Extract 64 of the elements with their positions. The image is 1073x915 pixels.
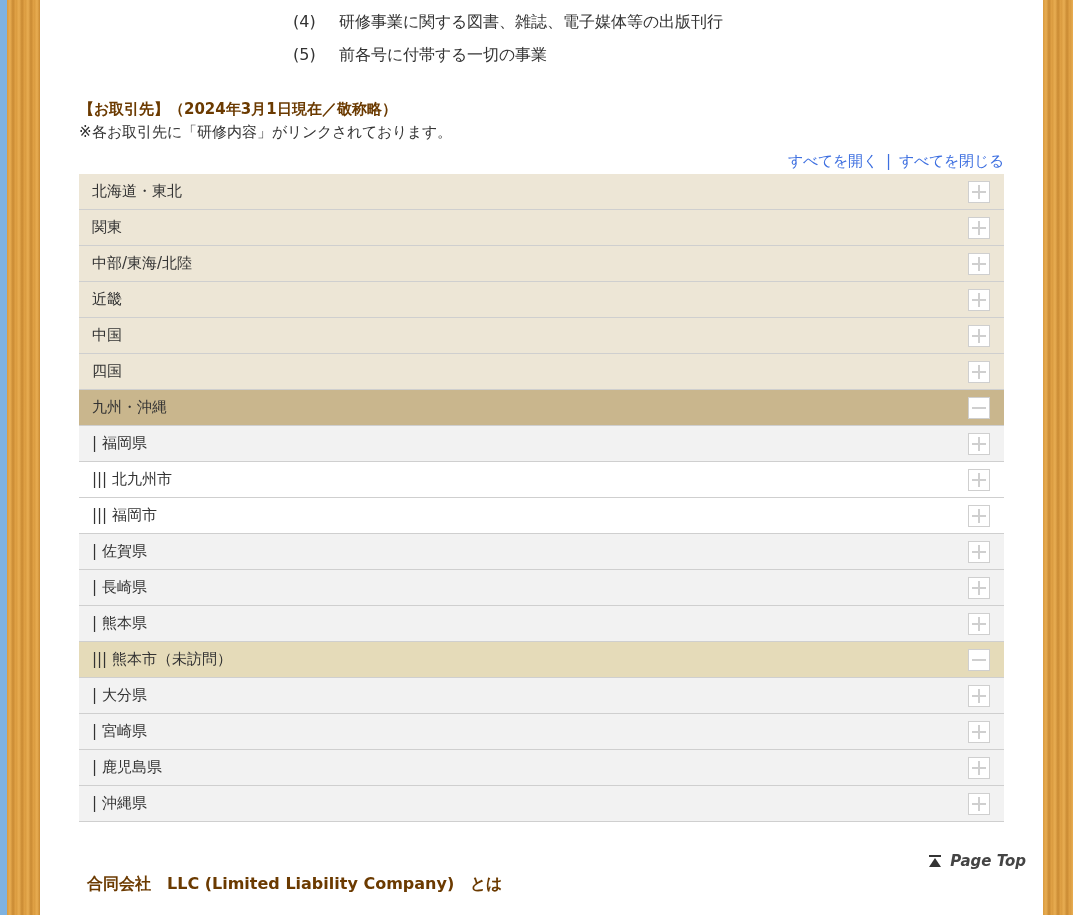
accordion-label: 九州・沖縄 — [92, 398, 167, 417]
accordion-label: | 宮崎県 — [92, 722, 147, 741]
accordion-row[interactable]: 近畿 — [79, 282, 1004, 318]
accordion-row[interactable]: | 佐賀県 — [79, 534, 1004, 570]
minus-icon[interactable] — [968, 396, 990, 419]
list-number: (5) — [293, 45, 317, 66]
accordion-row[interactable]: 九州・沖縄 — [79, 390, 1004, 426]
section-heading: 合同会社 LLC (Limited Liability Company) とは — [87, 874, 504, 895]
accordion-label: ||| 福岡市 — [92, 506, 157, 525]
accordion-row[interactable]: 中部/東海/北陸 — [79, 246, 1004, 282]
plus-icon[interactable] — [968, 540, 990, 563]
accordion-row[interactable]: | 熊本県 — [79, 606, 1004, 642]
list-item-text: 研修事業に関する図書、雑誌、電子媒体等の出版刊行 — [339, 12, 723, 33]
accordion-label: 近畿 — [92, 290, 122, 309]
plus-icon[interactable] — [968, 216, 990, 239]
accordion-label: | 鹿児島県 — [92, 758, 162, 777]
accordion-row[interactable]: | 福岡県 — [79, 426, 1004, 462]
accordion-label: 四国 — [92, 362, 122, 381]
plus-icon[interactable] — [968, 504, 990, 527]
accordion-row[interactable]: 関東 — [79, 210, 1004, 246]
plus-icon[interactable] — [968, 360, 990, 383]
accordion-row[interactable]: | 長崎県 — [79, 570, 1004, 606]
note-text: ※各お取引先に「研修内容」がリンクされております。 — [79, 123, 453, 142]
section-heading: 【お取引先】（2024年3月1日現在／敬称略） — [79, 100, 398, 119]
accordion-row[interactable]: 中国 — [79, 318, 1004, 354]
accordion-label: | 大分県 — [92, 686, 147, 705]
plus-icon[interactable] — [968, 756, 990, 779]
accordion-label: | 沖縄県 — [92, 794, 147, 813]
plus-icon[interactable] — [968, 576, 990, 599]
plus-icon[interactable] — [968, 612, 990, 635]
plus-icon[interactable] — [968, 684, 990, 707]
up-arrow-icon — [928, 855, 943, 867]
plus-icon[interactable] — [968, 432, 990, 455]
close-all-link[interactable]: すべてを閉じる — [899, 151, 1004, 171]
accordion-label: 北海道・東北 — [92, 182, 182, 201]
accordion-label: | 佐賀県 — [92, 542, 147, 561]
plus-icon[interactable] — [968, 720, 990, 743]
accordion-label: | 長崎県 — [92, 578, 147, 597]
accordion-label: 中部/東海/北陸 — [92, 254, 193, 273]
accordion-label: | 福岡県 — [92, 434, 147, 453]
accordion-row[interactable]: | 大分県 — [79, 678, 1004, 714]
plus-icon[interactable] — [968, 792, 990, 815]
minus-icon[interactable] — [968, 648, 990, 671]
accordion-row[interactable]: 四国 — [79, 354, 1004, 390]
accordion-label: 関東 — [92, 218, 122, 237]
plus-icon[interactable] — [968, 468, 990, 491]
accordion-label: | 熊本県 — [92, 614, 147, 633]
plus-icon[interactable] — [968, 180, 990, 203]
accordion-row[interactable]: 北海道・東北 — [79, 174, 1004, 210]
accordion-label: 中国 — [92, 326, 122, 345]
link-separator: | — [885, 152, 891, 170]
list-item-text: 前各号に付帯する一切の事業 — [339, 45, 547, 66]
accordion-row[interactable]: | 宮崎県 — [79, 714, 1004, 750]
plus-icon[interactable] — [968, 288, 990, 311]
page-top-link[interactable]: Page Top — [928, 852, 1026, 870]
accordion-row[interactable]: | 沖縄県 — [79, 786, 1004, 822]
accordion-row[interactable]: ||| 熊本市（未訪問） — [79, 642, 1004, 678]
accordion-label: ||| 熊本市（未訪問） — [92, 650, 232, 669]
accordion-row[interactable]: | 鹿児島県 — [79, 750, 1004, 786]
plus-icon[interactable] — [968, 252, 990, 275]
open-all-link[interactable]: すべてを開く — [787, 151, 878, 171]
accordion-label: ||| 北九州市 — [92, 470, 172, 489]
plus-icon[interactable] — [968, 324, 990, 347]
list-number: (4) — [293, 12, 317, 33]
